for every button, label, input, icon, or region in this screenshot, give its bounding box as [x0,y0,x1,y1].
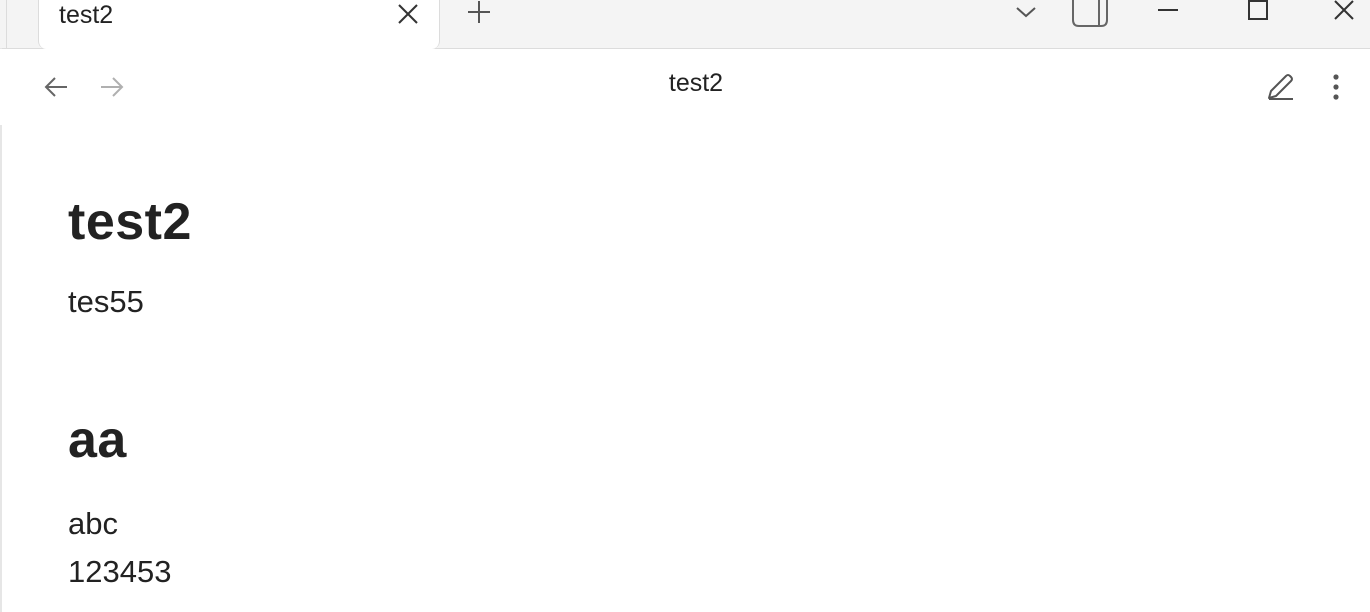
pencil-icon [1268,74,1293,100]
note-heading-test2: test2 [68,193,192,251]
note-heading-aa: aa [68,411,127,469]
tab-list-button[interactable] [1010,0,1042,24]
tab-test2[interactable]: test2 [38,0,440,49]
close-window-button[interactable] [1326,0,1362,24]
close-icon [398,4,418,24]
sidebar-toggle-button[interactable] [1070,0,1110,28]
tab-close-button[interactable] [393,0,423,30]
note-line-abc: abc [68,506,118,541]
tab-strip: test2 [0,0,1370,49]
close-icon [1334,0,1354,20]
note-line-number: 123453 [68,554,172,589]
more-options-button[interactable] [1322,71,1350,103]
tabstrip-left-edge [0,0,7,48]
new-tab-button[interactable] [462,0,496,26]
window-left-border [0,48,2,612]
maximize-button[interactable] [1240,0,1276,24]
more-vertical-icon [1333,74,1339,100]
tab-title: test2 [59,1,114,29]
minimize-button[interactable] [1150,0,1186,24]
note-paragraph-tes55: tes55 [68,284,144,319]
sidebar-icon [1072,0,1108,27]
note-toolbar: test2 [0,49,1370,125]
plus-icon [468,1,490,23]
minimize-icon [1158,9,1178,11]
app-window: test2 test2 test2 tes55 aa abc 123453 [0,0,1370,612]
edit-button[interactable] [1262,71,1298,103]
note-title: test2 [668,69,724,97]
chevron-down-icon [1016,7,1036,18]
maximize-icon [1248,0,1268,20]
